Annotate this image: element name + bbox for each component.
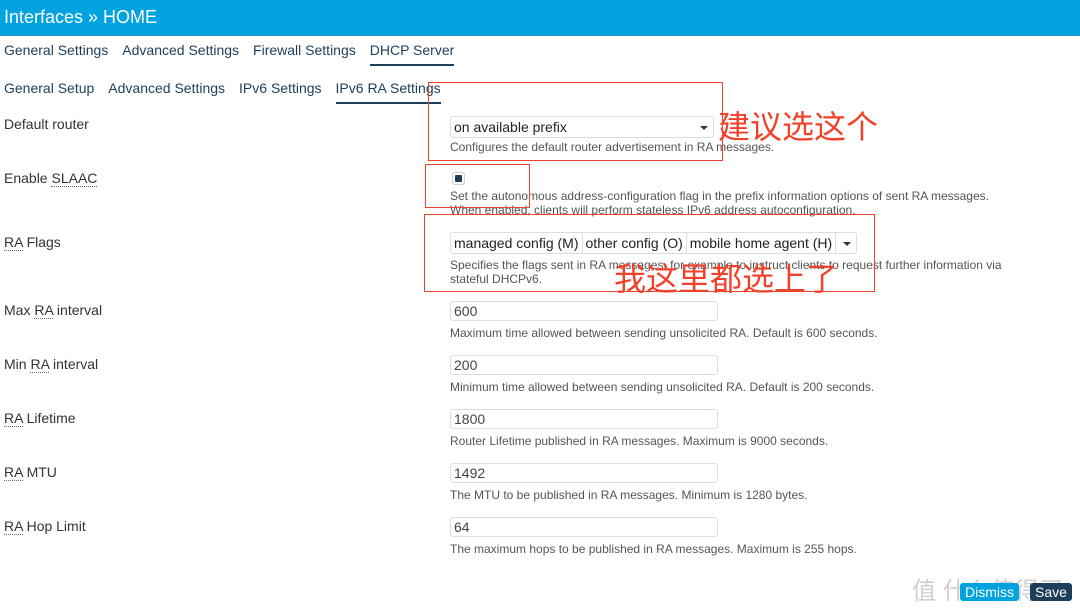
ra-hop-limit-desc: The maximum hops to be published in RA m… — [450, 542, 857, 556]
label-text: Max — [4, 302, 35, 318]
tab-dhcp-server[interactable]: DHCP Server — [369, 42, 455, 66]
enable-slaac-desc-1: Set the autonomous address-configuration… — [450, 189, 989, 203]
ra-mtu-label: RA MTU — [4, 464, 57, 481]
ra-abbr: RA — [4, 464, 23, 481]
tab-firewall-settings[interactable]: Firewall Settings — [253, 42, 356, 66]
label-text: interval — [53, 302, 103, 318]
ra-mtu-field: The MTU to be published in RA messages. … — [450, 463, 808, 502]
label-text: MTU — [22, 464, 57, 480]
label-text: Min — [4, 356, 31, 372]
title-bar: Interfaces » HOME — [0, 0, 1080, 36]
ra-mtu-desc: The MTU to be published in RA messages. … — [450, 488, 808, 502]
ra-mtu-input[interactable] — [450, 463, 718, 483]
tab-advanced-settings[interactable]: Advanced Settings — [122, 42, 239, 66]
annotation-recommend: 建议选这个 — [718, 108, 879, 146]
dismiss-button[interactable]: Dismiss — [960, 583, 1019, 601]
ra-hop-limit-field: The maximum hops to be published in RA m… — [450, 517, 857, 556]
label-text: Hop Limit — [22, 518, 86, 534]
sub-tabs: General Setup Advanced Settings IPv6 Set… — [4, 80, 455, 104]
ra-hop-limit-label: RA Hop Limit — [4, 518, 86, 535]
enable-slaac-field: Set the autonomous address-configuration… — [450, 172, 989, 217]
min-ra-interval-desc: Minimum time allowed between sending uns… — [450, 380, 875, 394]
tab-general-setup[interactable]: General Setup — [4, 80, 94, 104]
max-ra-interval-desc: Maximum time allowed between sending uns… — [450, 326, 878, 340]
min-ra-interval-input[interactable] — [450, 355, 718, 375]
slaac-abbr: SLAAC — [51, 170, 98, 187]
tab-ipv6-settings[interactable]: IPv6 Settings — [239, 80, 322, 104]
min-ra-interval-field: Minimum time allowed between sending uns… — [450, 355, 874, 394]
ra-lifetime-label: RA Lifetime — [4, 410, 76, 427]
annotation-all-selected: 我这里都选上了 — [614, 260, 839, 298]
ra-lifetime-input[interactable] — [450, 409, 718, 429]
ra-abbr: RA — [4, 518, 23, 535]
annotation-box-default-router — [428, 82, 723, 161]
label-text: interval — [49, 356, 99, 372]
ra-lifetime-field: Router Lifetime published in RA messages… — [450, 409, 828, 448]
ra-abbr: RA — [30, 356, 50, 373]
main-tabs: General Settings Advanced Settings Firew… — [4, 42, 468, 66]
ra-flags-label: RA Flags — [4, 234, 61, 251]
ra-lifetime-desc: Router Lifetime published in RA messages… — [450, 434, 829, 448]
max-ra-interval-label: Max RA interval — [4, 302, 103, 319]
ra-abbr: RA — [4, 410, 23, 427]
tab-sub-advanced-settings[interactable]: Advanced Settings — [108, 80, 225, 104]
label-text: Enable — [4, 170, 52, 186]
enable-slaac-label: Enable SLAAC — [4, 170, 98, 187]
label-text: Lifetime — [22, 410, 76, 426]
ra-abbr: RA — [34, 302, 54, 319]
page-title: Interfaces » HOME — [4, 7, 158, 27]
ra-abbr: RA — [4, 234, 23, 251]
tab-general-settings[interactable]: General Settings — [4, 42, 108, 66]
default-router-label: Default router — [4, 116, 89, 132]
max-ra-interval-input[interactable] — [450, 301, 718, 321]
tab-ipv6-ra-settings[interactable]: IPv6 RA Settings — [335, 80, 441, 104]
min-ra-interval-label: Min RA interval — [4, 356, 99, 373]
save-button[interactable]: Save — [1030, 583, 1072, 601]
annotation-box-slaac — [425, 164, 530, 208]
max-ra-interval-field: Maximum time allowed between sending uns… — [450, 301, 878, 340]
ra-hop-limit-input[interactable] — [450, 517, 718, 537]
label-text: Flags — [22, 234, 61, 250]
